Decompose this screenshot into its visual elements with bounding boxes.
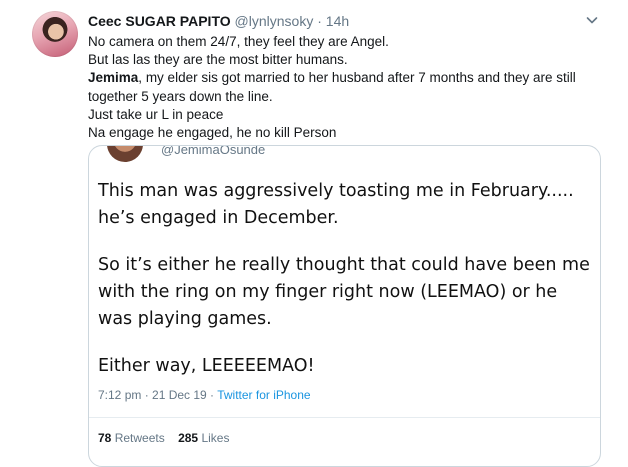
tweet-header: Ceec SUGAR PAPITO @lynlynsoky · 14h <box>88 12 349 30</box>
tweet: Ceec SUGAR PAPITO @lynlynsoky · 14h No c… <box>0 0 628 467</box>
tweet-line: But las las they are the most bitter hum… <box>88 52 348 68</box>
quoted-line: So it’s either he really thought that co… <box>98 255 590 275</box>
display-name[interactable]: Ceec SUGAR PAPITO <box>88 13 231 29</box>
likes-label[interactable]: Likes <box>201 431 229 445</box>
separator: · <box>317 13 322 29</box>
quoted-line: with the ring on my finger right now (LE… <box>98 282 558 302</box>
tweet-line-text: my elder sis got married to her husband … <box>145 70 576 86</box>
quoted-handle: @JemimaOsunde <box>161 145 266 157</box>
tweet-line: together 5 years down the line. <box>88 88 273 104</box>
retweets-count[interactable]: 78 <box>98 431 111 445</box>
quoted-line: was playing games. <box>98 309 272 329</box>
quoted-avatar <box>107 146 143 162</box>
quoted-image-text: This man was aggressively toasting me in… <box>98 178 593 380</box>
tweet-line: Jemima, my elder sis got married to her … <box>88 69 588 87</box>
tweet-line: Just take ur L in peace <box>88 106 224 122</box>
quoted-paragraph: So it’s either he really thought that co… <box>98 252 593 333</box>
quoted-timestamp[interactable]: 7:12 pm · 21 Dec 19 · <box>98 388 217 402</box>
quoted-line: he’s engaged in December. <box>98 208 339 228</box>
user-handle[interactable]: @lynlynsoky <box>235 13 314 29</box>
quoted-meta: 7:12 pm · 21 Dec 19 · Twitter for iPhone <box>98 388 311 402</box>
quoted-source-link[interactable]: Twitter for iPhone <box>217 388 310 402</box>
tweet-text: No camera on them 24/7, they feel they a… <box>88 33 588 142</box>
bold-name: Jemima <box>88 70 139 86</box>
quoted-line: Either way, LEEEEEMAO! <box>98 356 315 376</box>
timestamp[interactable]: 14h <box>326 13 349 29</box>
retweets-label[interactable]: Retweets <box>115 431 165 445</box>
quoted-tweet-card[interactable]: @JemimaOsunde This man was aggressively … <box>88 145 601 467</box>
quoted-stats: 78 Retweets 285 Likes <box>98 431 229 445</box>
chevron-down-icon[interactable] <box>584 12 600 28</box>
divider <box>89 417 600 418</box>
likes-count[interactable]: 285 <box>178 431 198 445</box>
quoted-line: This man was aggressively toasting me in… <box>98 181 574 201</box>
avatar[interactable] <box>32 11 78 57</box>
bold-suffix: , <box>138 70 146 86</box>
quoted-paragraph: Either way, LEEEEEMAO! <box>98 353 593 380</box>
tweet-line: Na engage he engaged, he no kill Person <box>88 125 337 141</box>
quoted-paragraph: This man was aggressively toasting me in… <box>98 178 593 232</box>
tweet-line: No camera on them 24/7, they feel they a… <box>88 34 389 49</box>
